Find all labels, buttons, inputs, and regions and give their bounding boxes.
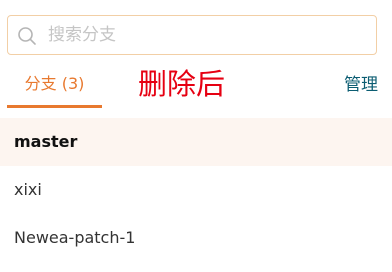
- tab-branches[interactable]: 分支 (3): [7, 62, 102, 108]
- search-icon: [18, 27, 36, 45]
- annotation-text: 删除后: [138, 67, 226, 101]
- tab-bar: 分支 (3) 删除后 管理: [0, 62, 392, 110]
- branch-item-xixi[interactable]: xixi: [0, 166, 392, 214]
- branch-item-master[interactable]: master: [0, 118, 392, 166]
- branch-item-newea-patch-1[interactable]: Newea-patch-1: [0, 214, 392, 262]
- search-box[interactable]: [7, 15, 377, 55]
- search-input[interactable]: [48, 16, 368, 54]
- branch-list: master xixi Newea-patch-1: [0, 118, 392, 262]
- manage-link[interactable]: 管理: [344, 62, 378, 108]
